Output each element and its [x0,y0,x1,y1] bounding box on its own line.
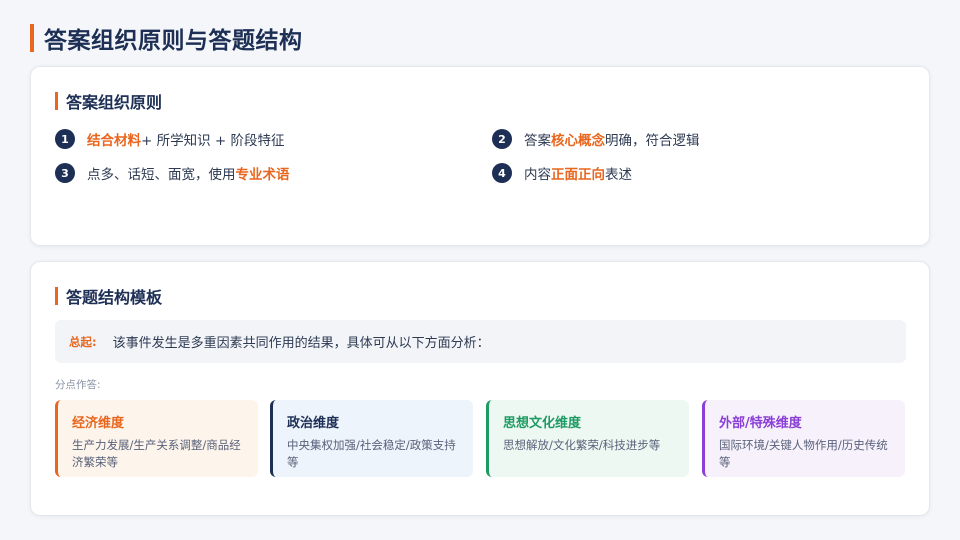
summary-box: 总起: 该事件发生是多重因素共同作用的结果，具体可从以下方面分析： [55,320,906,363]
dimension-card-culture: 思想文化维度 思想解放/文化繁荣/科技进步等 [486,400,689,477]
principle-highlight: 核心概念 [551,133,605,149]
number-badge: 3 [55,163,75,183]
sub-label: 分点作答: [55,379,101,391]
principles-card: 答案组织原则 1 结合材料 + 所学知识 + 阶段特征 2 答案 核心概念 明确，符合… [30,66,930,246]
principle-item-2: 2 答案 核心概念 明确，符合逻辑 [492,129,700,149]
dimension-title: 经济维度 [72,416,125,431]
principle-text-post: 明确，符合逻辑 [605,133,700,149]
page-title: 答案组织原则与答题结构 [30,24,303,54]
template-card: 答题结构模板 总起: 该事件发生是多重因素共同作用的结果，具体可从以下方面分析：… [30,261,930,516]
principle-text-post: + 所学知识 + 阶段特征 [141,133,285,149]
principle-highlight: 专业术语 [235,167,290,183]
dimension-card-political: 政治维度 中央集权加强/社会稳定/政策支持等 [270,400,473,477]
template-heading: 答题结构模板 [55,287,162,307]
dimension-desc: 思想解放/文化繁荣/科技进步等 [503,438,661,452]
number-badge: 2 [492,129,512,149]
summary-label: 总起: [69,334,97,349]
dimension-desc: 中央集权加强/社会稳定/政策支持等 [287,438,456,469]
dimension-card-economic: 经济维度 生产力发展/生产关系调整/商品经济繁荣等 [55,400,258,477]
principle-text-pre: 内容 [524,167,551,183]
principle-text-post: 表述 [605,167,632,183]
principles-heading: 答案组织原则 [55,92,162,112]
principle-highlight: 正面正向 [551,167,605,183]
dimension-title: 政治维度 [287,416,340,431]
dimension-desc: 国际环境/关键人物作用/历史传统等 [719,438,888,469]
summary-text: 该事件发生是多重因素共同作用的结果，具体可从以下方面分析： [112,336,490,351]
principle-text-pre: 答案 [524,133,551,149]
dimension-desc: 生产力发展/生产关系调整/商品经济繁荣等 [72,438,241,469]
dimension-title: 思想文化维度 [503,416,582,431]
principle-highlight: 结合材料 [87,133,141,149]
number-badge: 4 [492,163,512,183]
principle-item-3: 3 点多、话短、面宽，使用 专业术语 [55,163,290,183]
principle-item-1: 1 结合材料 + 所学知识 + 阶段特征 [55,129,285,149]
number-badge: 1 [55,129,75,149]
dimension-title: 外部/特殊维度 [719,416,802,431]
principle-item-4: 4 内容 正面正向 表述 [492,163,632,183]
principle-text-pre: 点多、话短、面宽，使用 [87,167,236,183]
dimension-card-external: 外部/特殊维度 国际环境/关键人物作用/历史传统等 [702,400,905,477]
